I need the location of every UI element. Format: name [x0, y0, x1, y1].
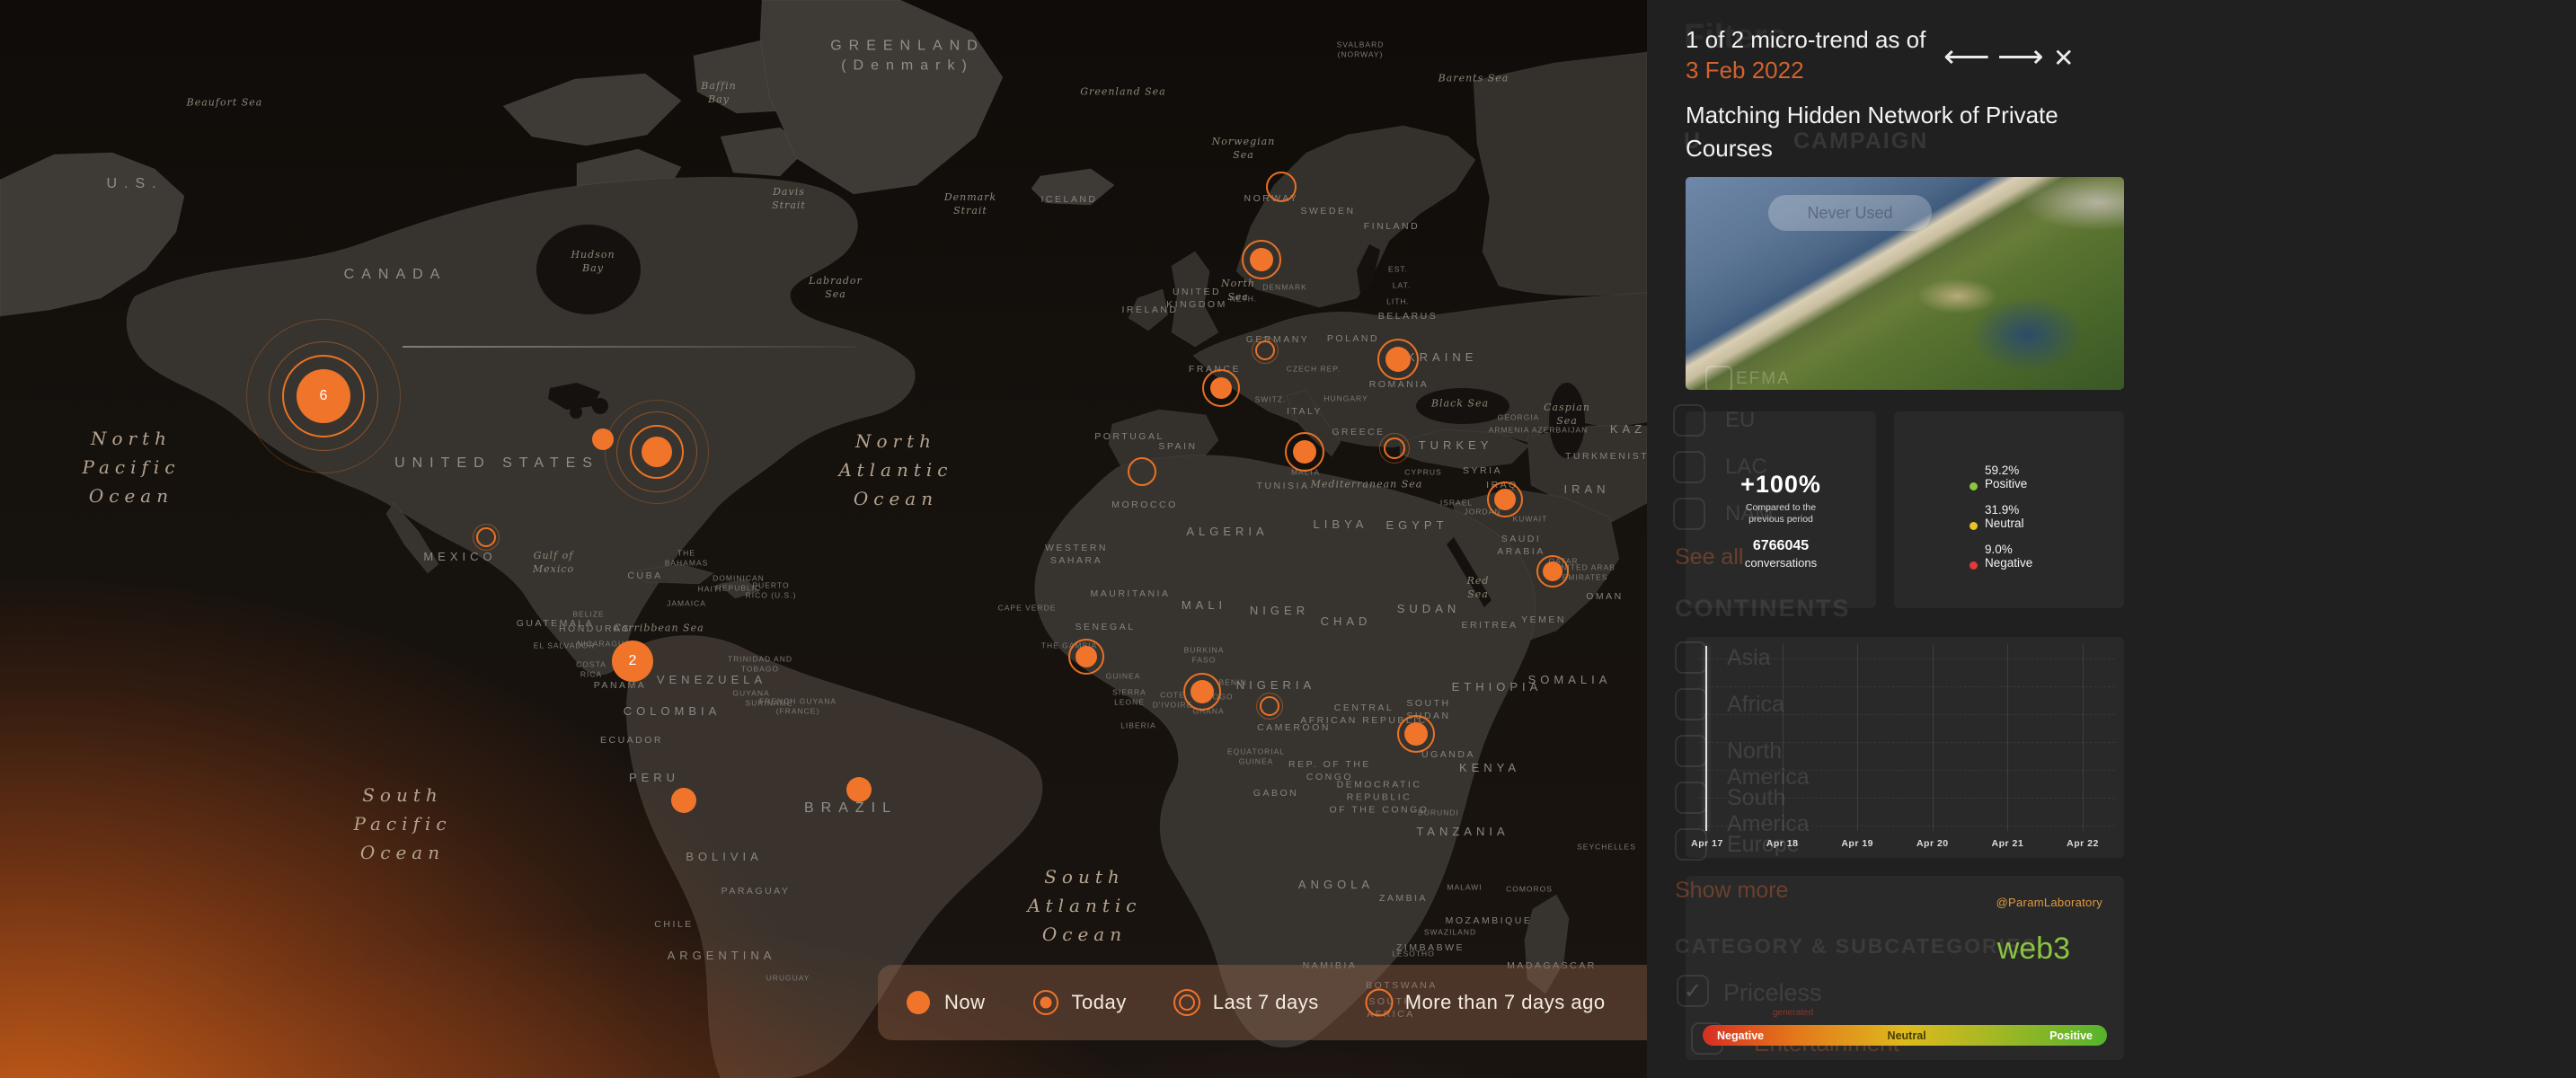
legend-item-now: Now	[905, 989, 986, 1016]
close-panel-button[interactable]: ✕	[2053, 43, 2074, 73]
ghost-image-checkbox	[1705, 366, 1732, 390]
marker-ring	[1252, 337, 1279, 364]
sentiment-value: 9.0%	[1985, 543, 2032, 556]
sentiment-row: 59.2%Positive	[1970, 464, 2032, 490]
sentiment-value: 59.2%	[1985, 464, 2032, 477]
legend-item-older: More than 7 days ago	[1366, 989, 1606, 1016]
chart-x-tick: Apr 18	[1766, 838, 1799, 849]
sentiment-label: Positive	[1985, 477, 2032, 490]
marker-ring	[1128, 457, 1156, 486]
change-caption-1: Compared to the	[1746, 502, 1816, 513]
conversations-count: 6766045	[1686, 538, 1876, 554]
marker-dot	[1494, 489, 1516, 510]
trend-title: Matching Hidden Network of Private Cours…	[1686, 99, 2115, 165]
trend-counter: 1 of 2 micro-trend as of	[1686, 24, 1925, 55]
world-map[interactable]: North Pacific OceanNorth Atlantic OceanS…	[0, 0, 1647, 1078]
sentiment-label: Neutral	[1985, 517, 2032, 530]
chart-gridline-v	[1783, 644, 1784, 831]
chart-gridline-h	[1698, 658, 2115, 659]
marker-ring	[1256, 693, 1283, 720]
marker-dot: 2	[612, 641, 653, 682]
map-legend: Now Today Last 7 days More than 7 days ago	[878, 965, 1647, 1040]
legend-label: More than 7 days ago	[1405, 991, 1606, 1014]
chart-gridline-h	[1698, 714, 2115, 715]
trend-chart-card: Apr 17 Apr 18 Apr 19 Apr 20 Apr 21 Apr 22	[1686, 637, 2124, 858]
sentiment-scale-bar: Negative Neutral Positive	[1703, 1025, 2107, 1046]
conversations-label: conversations	[1686, 556, 1876, 570]
sample-post-card: @ParamLaboratory web3 Negative Neutral P…	[1686, 876, 2124, 1060]
marker-dot	[1076, 646, 1097, 667]
sentiment-row: 31.9%Neutral	[1970, 503, 2032, 530]
chart-gridline-h	[1698, 798, 2115, 799]
marker-dot	[1210, 377, 1232, 399]
sentiment-dot	[1970, 561, 1978, 570]
trend-image-card: Never Used EFMA	[1686, 177, 2124, 390]
legend-label: Last 7 days	[1213, 991, 1319, 1014]
marker-dot	[1404, 722, 1428, 746]
sentiment-value: 31.9%	[1985, 503, 2032, 517]
chart-x-tick: Apr 17	[1691, 838, 1723, 849]
marker-dot	[1250, 248, 1273, 271]
older-legend-icon	[1366, 989, 1393, 1016]
next-trend-button[interactable]: ⟶	[1997, 38, 2044, 75]
ghost-never-used-badge: Never Used	[1768, 195, 1932, 231]
legend-label: Today	[1072, 991, 1127, 1014]
marker-ring	[473, 524, 500, 551]
chart-x-tick: Apr 22	[2067, 838, 2099, 849]
marker-dot	[1385, 347, 1411, 372]
today-legend-icon	[1032, 989, 1059, 1016]
marker-dot	[846, 777, 872, 802]
marker-dot	[1293, 440, 1316, 464]
change-caption-2: previous period	[1748, 514, 1813, 525]
sentiment-row: 9.0%Negative	[1970, 543, 2032, 570]
chart-gridline-v	[2007, 644, 2008, 831]
scale-negative-label: Negative	[1717, 1029, 1764, 1042]
chart-gridline-v	[1857, 644, 1858, 831]
map-markers-layer: 62	[0, 0, 1647, 1078]
legend-label: Now	[944, 991, 986, 1014]
chart-gridline-v	[2083, 644, 2084, 831]
chart-x-tick: Apr 20	[1917, 838, 1949, 849]
marker-dot	[671, 788, 696, 813]
micro-trend-panel: Filters U CAMPAIGN EULACNAM See all CONT…	[1647, 0, 2576, 1078]
marker-dot: 6	[297, 369, 350, 423]
sentiment-dot	[1970, 522, 1978, 530]
chart-gridline-h	[1698, 742, 2115, 743]
volume-stat-card: +100% Compared to the previous period 67…	[1686, 411, 1876, 608]
ghost-image-label: EFMA	[1736, 369, 1791, 389]
app-window: North Pacific OceanNorth Atlantic OceanS…	[0, 0, 2576, 1078]
scale-neutral-label: Neutral	[1888, 1029, 1926, 1042]
marker-ring	[1379, 433, 1410, 464]
marker-dot	[1543, 561, 1562, 581]
legend-item-last7: Last 7 days	[1173, 989, 1319, 1016]
marker-dot	[642, 437, 672, 467]
chart-x-tick: Apr 21	[1992, 838, 2024, 849]
chart-gridline-h	[1698, 770, 2115, 771]
post-author-handle: @ParamLaboratory	[1996, 896, 2102, 909]
marker-dot	[1191, 680, 1214, 703]
post-text: web3	[1686, 932, 2070, 967]
chart-cursor-line[interactable]	[1705, 646, 1707, 831]
change-percent: +100%	[1686, 471, 1876, 499]
now-legend-icon	[905, 989, 932, 1016]
sentiment-label: Negative	[1985, 556, 2032, 570]
trend-date: 3 Feb 2022	[1686, 57, 1804, 84]
legend-item-today: Today	[1032, 989, 1127, 1016]
sentiment-card: 59.2%Positive 31.9%Neutral 9.0%Negative	[1894, 411, 2124, 608]
chart-x-tick: Apr 19	[1841, 838, 1873, 849]
last7-legend-icon	[1173, 989, 1200, 1016]
prev-trend-button[interactable]: ⟵	[1943, 38, 1990, 75]
chart-gridline-h	[1698, 686, 2115, 687]
marker-ring	[1266, 172, 1297, 202]
chart-gridline-v	[1933, 644, 1934, 831]
sentiment-dot	[1970, 482, 1978, 490]
scale-positive-label: Positive	[2049, 1029, 2093, 1042]
